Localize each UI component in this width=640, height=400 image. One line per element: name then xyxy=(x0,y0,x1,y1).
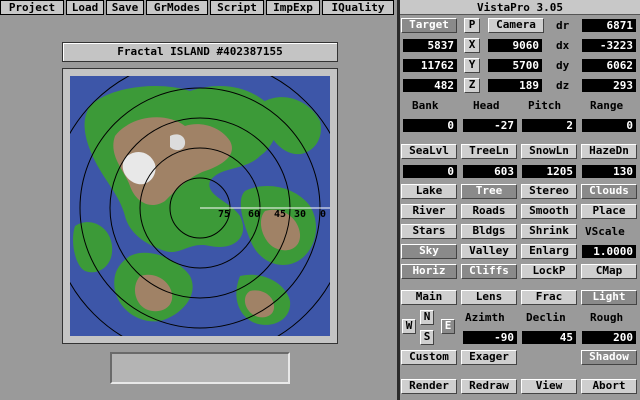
menu-load[interactable]: Load xyxy=(66,0,104,15)
status-box xyxy=(110,352,290,384)
custom-button[interactable]: Custom xyxy=(401,350,457,365)
vscale-field[interactable]: 1.0000 xyxy=(582,245,636,258)
z-button[interactable]: Z xyxy=(464,78,480,93)
range-field[interactable]: 0 xyxy=(582,119,636,132)
enlarg-toggle[interactable]: Enlarg xyxy=(521,244,577,259)
treeln-field[interactable]: 603 xyxy=(463,165,517,178)
bank-field[interactable]: 0 xyxy=(403,119,457,132)
y-button[interactable]: Y xyxy=(464,58,480,73)
treeln-button[interactable]: TreeLn xyxy=(461,144,517,159)
clouds-toggle[interactable]: Clouds xyxy=(581,184,637,199)
abort-button[interactable]: Abort xyxy=(581,379,637,394)
bldgs-toggle[interactable]: Bldgs xyxy=(461,224,517,239)
vscale-label: VScale xyxy=(585,225,625,238)
menu-bar: Project Load Save GrModes Script ImpExp … xyxy=(0,0,396,16)
cmap-toggle[interactable]: CMap xyxy=(581,264,637,279)
render-button[interactable]: Render xyxy=(401,379,457,394)
head-field[interactable]: -27 xyxy=(463,119,517,132)
compass-east-button[interactable]: E xyxy=(441,319,455,334)
camera-x-field[interactable]: 9060 xyxy=(488,39,542,52)
rough-label: Rough xyxy=(590,311,624,324)
p-button[interactable]: P xyxy=(464,18,480,33)
range-label-60: 60 xyxy=(248,209,260,220)
dx-value[interactable]: -3223 xyxy=(582,39,636,52)
exager-button[interactable]: Exager xyxy=(461,350,517,365)
redraw-button[interactable]: Redraw xyxy=(461,379,517,394)
lockp-toggle[interactable]: LockP xyxy=(521,264,577,279)
dy-label: dy xyxy=(556,59,570,72)
menu-project[interactable]: Project xyxy=(0,0,64,15)
pitch-field[interactable]: 2 xyxy=(522,119,576,132)
sealvl-field[interactable]: 0 xyxy=(403,165,457,178)
camera-z-field[interactable]: 189 xyxy=(488,79,542,92)
roads-toggle[interactable]: Roads xyxy=(461,204,517,219)
target-x-field[interactable]: 5837 xyxy=(403,39,457,52)
menu-iquality[interactable]: IQuality xyxy=(322,0,394,15)
compass-west-button[interactable]: W xyxy=(402,319,416,334)
tab-light[interactable]: Light xyxy=(581,290,637,305)
hazedn-field[interactable]: 130 xyxy=(582,165,636,178)
valley-toggle[interactable]: Valley xyxy=(461,244,517,259)
tab-frac[interactable]: Frac xyxy=(521,290,577,305)
target-button[interactable]: Target xyxy=(401,18,457,33)
lake-toggle[interactable]: Lake xyxy=(401,184,457,199)
dz-label: dz xyxy=(556,79,570,92)
bank-label: Bank xyxy=(412,99,439,112)
dr-label: dr xyxy=(556,19,570,32)
azimuth-field[interactable]: -90 xyxy=(463,331,517,344)
azimuth-label: Azimth xyxy=(465,311,505,324)
declin-field[interactable]: 45 xyxy=(522,331,576,344)
dx-label: dx xyxy=(556,39,570,52)
snowln-field[interactable]: 1205 xyxy=(522,165,576,178)
tab-main[interactable]: Main xyxy=(401,290,457,305)
head-label: Head xyxy=(473,99,500,112)
declin-label: Declin xyxy=(526,311,566,324)
cliffs-toggle[interactable]: Cliffs xyxy=(461,264,517,279)
terrain-map[interactable]: 75 60 45 30 0 xyxy=(70,76,330,336)
pitch-label: Pitch xyxy=(528,99,562,112)
shrink-toggle[interactable]: Shrink xyxy=(521,224,577,239)
tree-toggle[interactable]: Tree xyxy=(461,184,517,199)
rough-field[interactable]: 200 xyxy=(582,331,636,344)
menu-script[interactable]: Script xyxy=(210,0,264,15)
snowln-button[interactable]: SnowLn xyxy=(521,144,577,159)
target-y-field[interactable]: 11762 xyxy=(403,59,457,72)
menu-grmodes[interactable]: GrModes xyxy=(146,0,208,15)
app-title: VistaPro 3.05 xyxy=(400,0,640,15)
menu-impexp[interactable]: ImpExp xyxy=(266,0,320,15)
place-toggle[interactable]: Place xyxy=(581,204,637,219)
sealvl-button[interactable]: SeaLvl xyxy=(401,144,457,159)
stereo-toggle[interactable]: Stereo xyxy=(521,184,577,199)
x-button[interactable]: X xyxy=(464,38,480,53)
shadow-button[interactable]: Shadow xyxy=(581,350,637,365)
compass-north-button[interactable]: N xyxy=(420,310,434,325)
dy-value[interactable]: 6062 xyxy=(582,59,636,72)
hazedn-button[interactable]: HazeDn xyxy=(581,144,637,159)
target-z-field[interactable]: 482 xyxy=(403,79,457,92)
horiz-toggle[interactable]: Horiz xyxy=(401,264,457,279)
range-label-30: 30 xyxy=(294,209,306,220)
dr-value[interactable]: 6871 xyxy=(582,19,636,32)
map-title: Fractal ISLAND #402387155 xyxy=(62,42,338,62)
sky-toggle[interactable]: Sky xyxy=(401,244,457,259)
smooth-toggle[interactable]: Smooth xyxy=(521,204,577,219)
stars-toggle[interactable]: Stars xyxy=(401,224,457,239)
compass-south-button[interactable]: S xyxy=(420,330,434,345)
range-label-0: 0 xyxy=(320,209,326,220)
dz-value[interactable]: 293 xyxy=(582,79,636,92)
tab-lens[interactable]: Lens xyxy=(461,290,517,305)
map-frame: 75 60 45 30 0 xyxy=(62,68,338,344)
river-toggle[interactable]: River xyxy=(401,204,457,219)
range-label-45: 45 xyxy=(274,209,286,220)
camera-button[interactable]: Camera xyxy=(488,18,544,33)
menu-save[interactable]: Save xyxy=(106,0,144,15)
view-button[interactable]: View xyxy=(521,379,577,394)
camera-y-field[interactable]: 5700 xyxy=(488,59,542,72)
range-label: Range xyxy=(590,99,624,112)
range-label-75: 75 xyxy=(218,209,230,220)
